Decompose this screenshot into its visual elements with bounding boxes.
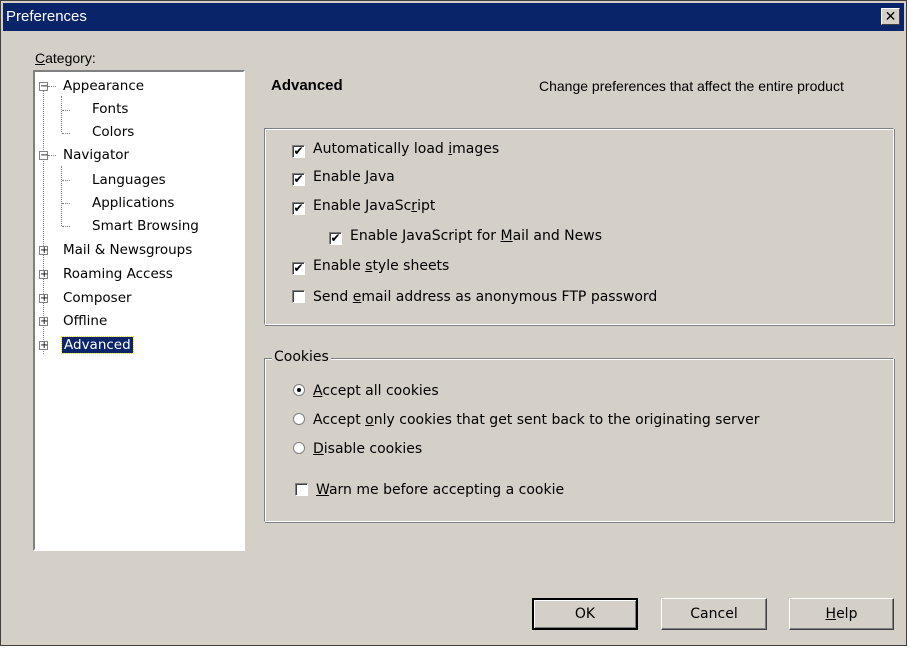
radio-disable-cookies[interactable]: Disable cookies	[293, 440, 422, 458]
tree-connector	[62, 203, 70, 204]
radio-icon[interactable]	[293, 442, 305, 454]
checkbox-icon[interactable]	[292, 290, 305, 303]
window-title: Preferences	[6, 8, 87, 25]
tree-item-colors[interactable]: Colors	[92, 122, 134, 142]
tree-item-roaming-access[interactable]: Roaming Access	[63, 264, 173, 284]
collapse-icon[interactable]: −	[39, 82, 48, 92]
cancel-button[interactable]: Cancel	[661, 598, 767, 630]
close-button[interactable]: ✕	[881, 8, 900, 25]
tree-item-languages[interactable]: Languages	[92, 170, 166, 190]
tree-connector	[62, 180, 70, 181]
tree-item-fonts[interactable]: Fonts	[92, 99, 128, 119]
tree-item-navigator[interactable]: Navigator	[63, 145, 129, 165]
tree-item-composer[interactable]: Composer	[63, 288, 132, 308]
option-style-sheets[interactable]: ✔ Enable style sheets	[292, 257, 449, 275]
checkbox-icon[interactable]: ✔	[292, 173, 305, 186]
option-email-ftp-password[interactable]: Send email address as anonymous FTP pass…	[292, 288, 657, 306]
tree-item-smart-browsing[interactable]: Smart Browsing	[92, 216, 199, 236]
tree-item-advanced[interactable]: Advanced	[61, 335, 134, 355]
checkbox-icon[interactable]: ✔	[292, 262, 305, 275]
option-javascript-mail-news[interactable]: ✔ Enable JavaScript for Mail and News	[329, 227, 602, 245]
category-tree[interactable]: − Appearance Fonts Colors − Navigator La…	[33, 70, 245, 551]
radio-icon[interactable]	[293, 413, 305, 425]
category-label-rest: ategory:	[45, 50, 96, 66]
tree-connector	[62, 133, 70, 134]
option-enable-java[interactable]: ✔ Enable Java	[292, 168, 395, 186]
radio-accept-originating-cookies[interactable]: Accept only cookies that get sent back t…	[293, 411, 759, 429]
tree-connector	[61, 96, 62, 132]
checkbox-icon[interactable]: ✔	[329, 232, 342, 245]
tree-item-mail-newsgroups[interactable]: Mail & Newsgroups	[63, 240, 192, 260]
tree-item-applications[interactable]: Applications	[92, 193, 174, 213]
preferences-window: Preferences ✕ Category: − Appearance Fon…	[0, 0, 907, 646]
tree-connector	[48, 86, 56, 87]
title-bar[interactable]: Preferences ✕	[3, 3, 904, 31]
collapse-icon[interactable]: −	[39, 151, 48, 161]
expand-icon[interactable]: +	[39, 270, 48, 280]
radio-selected-icon[interactable]	[293, 384, 305, 396]
option-enable-javascript[interactable]: ✔ Enable JavaScript	[292, 197, 435, 215]
panel-title: Advanced	[271, 77, 343, 94]
option-load-images[interactable]: ✔ Automatically load images	[292, 140, 499, 158]
tree-connector	[43, 86, 44, 354]
radio-accept-all-cookies[interactable]: Accept all cookies	[293, 382, 439, 400]
ok-button[interactable]: OK	[532, 598, 638, 630]
option-warn-cookie[interactable]: Warn me before accepting a cookie	[295, 481, 564, 499]
expand-icon[interactable]: +	[39, 246, 48, 256]
tree-item-appearance[interactable]: Appearance	[63, 76, 144, 96]
help-button[interactable]: Help	[789, 598, 894, 630]
expand-icon[interactable]: +	[39, 341, 48, 351]
checkbox-icon[interactable]: ✔	[292, 202, 305, 215]
panel-description: Change preferences that affect the entir…	[539, 78, 844, 94]
close-icon: ✕	[884, 8, 897, 24]
tree-item-offline[interactable]: Offline	[63, 311, 107, 331]
checkbox-icon[interactable]: ✔	[292, 145, 305, 158]
category-label-mnemonic: C	[35, 50, 46, 66]
checkbox-icon[interactable]	[295, 483, 308, 496]
expand-icon[interactable]: +	[39, 294, 48, 304]
tree-connector	[62, 110, 70, 111]
category-label: Category:	[35, 50, 96, 66]
tree-connector	[62, 226, 70, 227]
cookies-legend: Cookies	[272, 349, 331, 365]
tree-connector	[48, 155, 56, 156]
expand-icon[interactable]: +	[39, 317, 48, 327]
tree-connector	[61, 166, 62, 226]
